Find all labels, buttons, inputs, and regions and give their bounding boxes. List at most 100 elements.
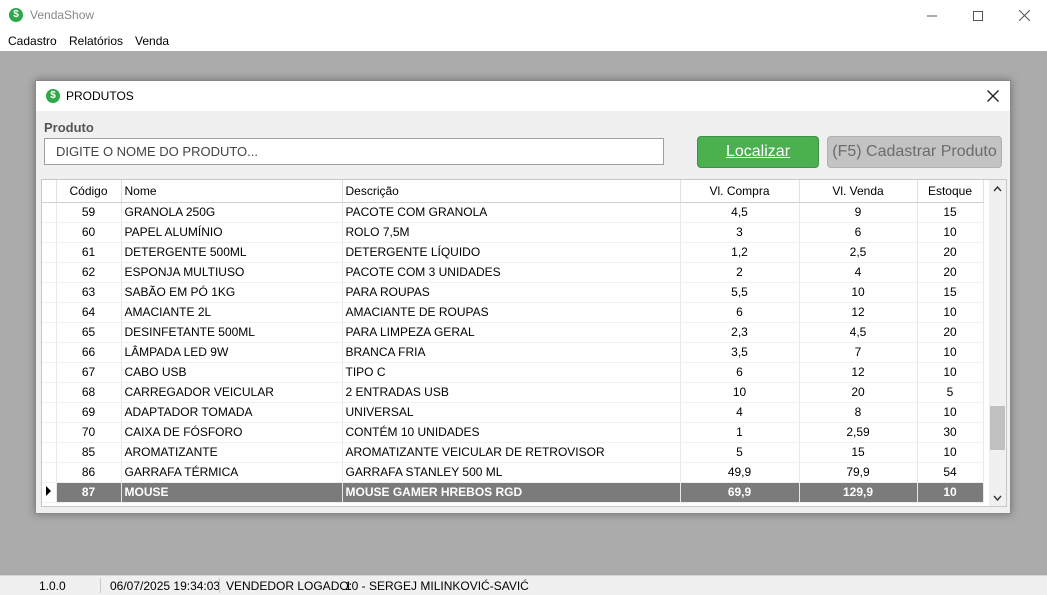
cell-estoque[interactable]: 10 xyxy=(917,362,984,383)
cell-vl-compra[interactable]: 1,2 xyxy=(680,242,800,263)
row-selector[interactable] xyxy=(42,242,57,263)
cell-estoque[interactable]: 10 xyxy=(917,222,984,243)
cell-nome[interactable]: GRANOLA 250G xyxy=(121,202,343,223)
cell-descricao[interactable]: PARA ROUPAS xyxy=(342,282,681,303)
cell-nome[interactable]: CABO USB xyxy=(121,362,343,383)
cell-nome[interactable]: LÂMPADA LED 9W xyxy=(121,342,343,363)
cell-vl-compra[interactable]: 1 xyxy=(680,422,800,443)
column-header-codigo[interactable]: Código xyxy=(56,180,122,203)
cell-nome[interactable]: SABÃO EM PÓ 1KG xyxy=(121,282,343,303)
column-header-vl-venda[interactable]: Vl. Venda xyxy=(799,180,918,203)
cell-codigo[interactable]: 62 xyxy=(56,262,122,283)
cell-nome[interactable]: AROMATIZANTE xyxy=(121,442,343,463)
cell-descricao[interactable]: GARRAFA STANLEY 500 ML xyxy=(342,462,681,483)
cell-codigo[interactable]: 67 xyxy=(56,362,122,383)
cell-estoque[interactable]: 15 xyxy=(917,282,984,303)
row-selector[interactable] xyxy=(42,362,57,383)
table-row[interactable]: 69 ADAPTADOR TOMADA UNIVERSAL 4 8 10 xyxy=(42,402,984,423)
minimize-button[interactable] xyxy=(909,0,955,31)
scroll-up-button[interactable] xyxy=(989,180,1006,197)
cell-estoque[interactable]: 20 xyxy=(917,322,984,343)
cell-codigo[interactable]: 87 xyxy=(56,482,122,503)
cell-vl-venda[interactable]: 10 xyxy=(799,282,918,303)
column-header-vl-compra[interactable]: Vl. Compra xyxy=(680,180,800,203)
cell-codigo[interactable]: 63 xyxy=(56,282,122,303)
dialog-close-button[interactable] xyxy=(984,87,1002,105)
table-row[interactable]: 87 MOUSE MOUSE GAMER HREBOS RGD 69,9 129,9 10 xyxy=(42,482,984,503)
table-row[interactable]: 66 LÂMPADA LED 9W BRANCA FRIA 3,5 7 10 xyxy=(42,342,984,363)
cell-codigo[interactable]: 60 xyxy=(56,222,122,243)
search-input[interactable] xyxy=(44,138,664,165)
row-selector[interactable] xyxy=(42,462,57,483)
cell-descricao[interactable]: AROMATIZANTE VEICULAR DE RETROVISOR xyxy=(342,442,681,463)
row-selector[interactable] xyxy=(42,422,57,443)
cell-estoque[interactable]: 10 xyxy=(917,482,984,503)
cell-vl-compra[interactable]: 3 xyxy=(680,222,800,243)
cell-nome[interactable]: ESPONJA MULTIUSO xyxy=(121,262,343,283)
row-selector[interactable] xyxy=(42,322,57,343)
cell-estoque[interactable]: 54 xyxy=(917,462,984,483)
cell-codigo[interactable]: 61 xyxy=(56,242,122,263)
table-row[interactable]: 64 AMACIANTE 2L AMACIANTE DE ROUPAS 6 12 10 xyxy=(42,302,984,323)
cell-nome[interactable]: DESINFETANTE 500ML xyxy=(121,322,343,343)
row-selector[interactable] xyxy=(42,442,57,463)
cell-codigo[interactable]: 86 xyxy=(56,462,122,483)
cell-estoque[interactable]: 10 xyxy=(917,342,984,363)
cell-descricao[interactable]: MOUSE GAMER HREBOS RGD xyxy=(342,482,681,503)
column-header-descricao[interactable]: Descrição xyxy=(342,180,681,203)
cell-nome[interactable]: CAIXA DE FÓSFORO xyxy=(121,422,343,443)
row-selector[interactable] xyxy=(42,382,57,403)
cell-vl-compra[interactable]: 10 xyxy=(680,382,800,403)
cell-descricao[interactable]: AMACIANTE DE ROUPAS xyxy=(342,302,681,323)
cell-descricao[interactable]: PACOTE COM 3 UNIDADES xyxy=(342,262,681,283)
row-selector[interactable] xyxy=(42,262,57,283)
menu-cadastro[interactable]: Cadastro xyxy=(8,34,57,48)
row-selector[interactable] xyxy=(42,222,57,243)
close-button[interactable] xyxy=(1001,0,1047,31)
cell-descricao[interactable]: TIPO C xyxy=(342,362,681,383)
cell-vl-compra[interactable]: 4,5 xyxy=(680,202,800,223)
cell-descricao[interactable]: CONTÉM 10 UNIDADES xyxy=(342,422,681,443)
scroll-thumb[interactable] xyxy=(990,406,1005,450)
row-selector[interactable] xyxy=(42,302,57,323)
row-selector[interactable] xyxy=(42,402,57,423)
cell-vl-venda[interactable]: 9 xyxy=(799,202,918,223)
cell-estoque[interactable]: 15 xyxy=(917,202,984,223)
column-header-nome[interactable]: Nome xyxy=(121,180,343,203)
row-selector[interactable] xyxy=(42,482,57,503)
cell-vl-venda[interactable]: 20 xyxy=(799,382,918,403)
cell-vl-compra[interactable]: 69,9 xyxy=(680,482,800,503)
cell-vl-venda[interactable]: 6 xyxy=(799,222,918,243)
cell-estoque[interactable]: 5 xyxy=(917,382,984,403)
cell-vl-compra[interactable]: 5,5 xyxy=(680,282,800,303)
scroll-down-button[interactable] xyxy=(989,489,1006,506)
cell-vl-venda[interactable]: 2,59 xyxy=(799,422,918,443)
table-row[interactable]: 85 AROMATIZANTE AROMATIZANTE VEICULAR DE R… xyxy=(42,442,984,463)
table-row[interactable]: 68 CARREGADOR VEICULAR 2 ENTRADAS USB 10 20 5 xyxy=(42,382,984,403)
cell-vl-compra[interactable]: 4 xyxy=(680,402,800,423)
menu-relatorios[interactable]: Relatórios xyxy=(69,34,123,48)
cell-nome[interactable]: MOUSE xyxy=(121,482,343,503)
table-row[interactable]: 63 SABÃO EM PÓ 1KG PARA ROUPAS 5,5 10 15 xyxy=(42,282,984,303)
cell-codigo[interactable]: 85 xyxy=(56,442,122,463)
cell-nome[interactable]: AMACIANTE 2L xyxy=(121,302,343,323)
cell-codigo[interactable]: 59 xyxy=(56,202,122,223)
vertical-scrollbar[interactable] xyxy=(989,180,1006,506)
cell-vl-venda[interactable]: 79,9 xyxy=(799,462,918,483)
table-row[interactable]: 60 PAPEL ALUMÍNIO ROLO 7,5M 3 6 10 xyxy=(42,222,984,243)
cell-vl-compra[interactable]: 3,5 xyxy=(680,342,800,363)
row-selector[interactable] xyxy=(42,202,57,223)
cell-codigo[interactable]: 68 xyxy=(56,382,122,403)
row-selector[interactable] xyxy=(42,282,57,303)
cell-nome[interactable]: CARREGADOR VEICULAR xyxy=(121,382,343,403)
cell-estoque[interactable]: 20 xyxy=(917,242,984,263)
cell-vl-venda[interactable]: 7 xyxy=(799,342,918,363)
cell-vl-venda[interactable]: 8 xyxy=(799,402,918,423)
cell-descricao[interactable]: BRANCA FRIA xyxy=(342,342,681,363)
cell-descricao[interactable]: ROLO 7,5M xyxy=(342,222,681,243)
cell-descricao[interactable]: 2 ENTRADAS USB xyxy=(342,382,681,403)
column-header-estoque[interactable]: Estoque xyxy=(917,180,984,203)
cell-descricao[interactable]: DETERGENTE LÍQUIDO xyxy=(342,242,681,263)
cell-estoque[interactable]: 20 xyxy=(917,262,984,283)
cell-estoque[interactable]: 10 xyxy=(917,302,984,323)
